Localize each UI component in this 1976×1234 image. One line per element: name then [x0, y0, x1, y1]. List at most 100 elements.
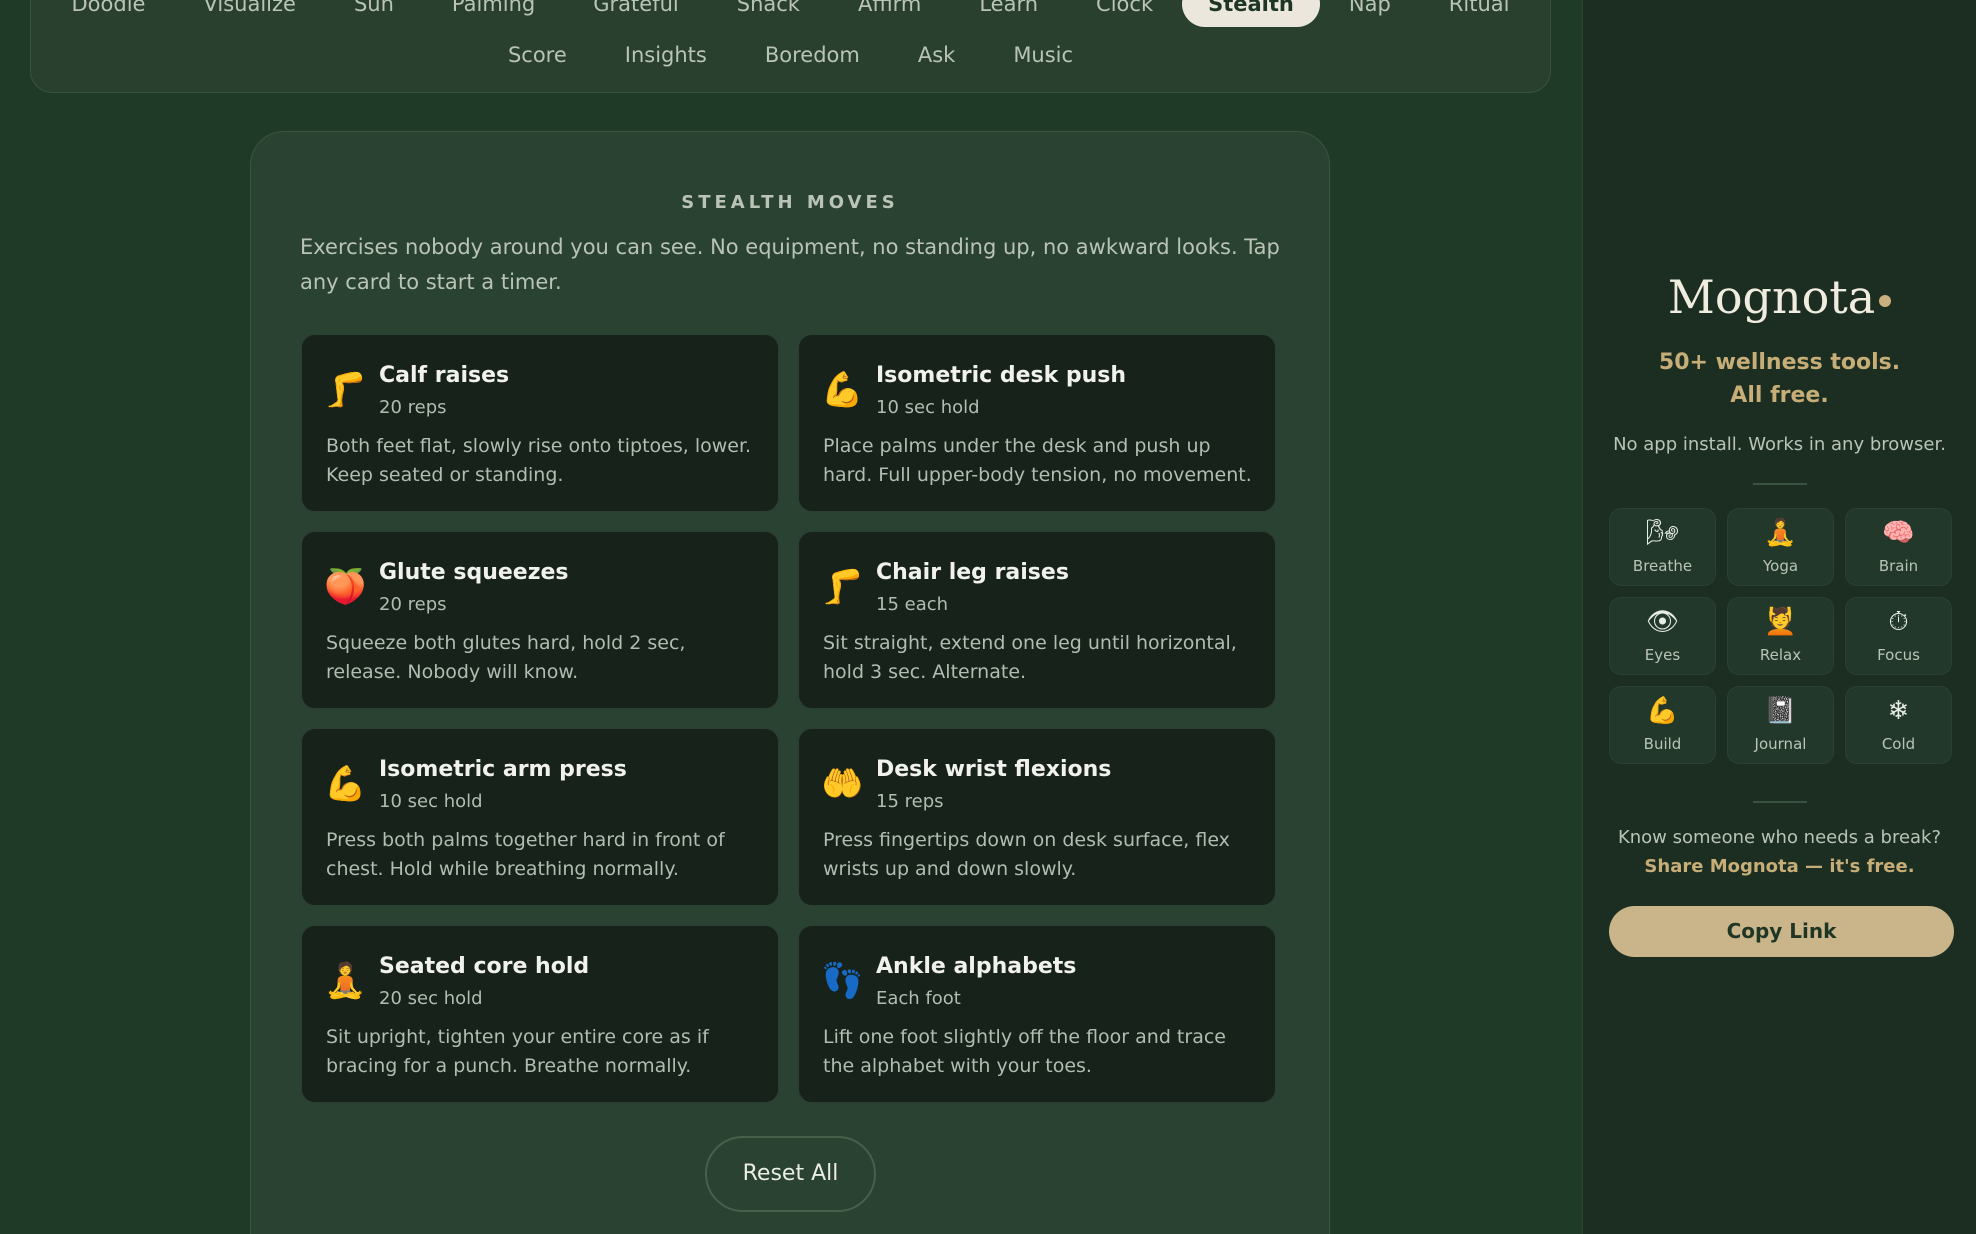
tool-tile-brain[interactable]: 🧠 Brain [1845, 508, 1952, 586]
exercise-description: Both feet flat, slowly rise onto tiptoes… [326, 435, 752, 486]
exercise-description: Press both palms together hard in front … [326, 829, 725, 880]
exercise-card-chair-leg-raises[interactable]: 🦵 Chair leg raises 15 each Sit straight,… [798, 531, 1276, 709]
share-link[interactable]: Share Mognota — it's free. [1583, 856, 1976, 877]
exercise-description: Press fingertips down on desk surface, f… [823, 829, 1230, 880]
exercise-title: Seated core hold [379, 954, 590, 979]
exercise-reps: 15 reps [876, 791, 944, 812]
lotus-person-icon: 🧘 [324, 961, 367, 1001]
flexed-bicep-icon: 💪 [1646, 696, 1679, 726]
tool-tile-journal[interactable]: 📓 Journal [1727, 686, 1834, 764]
section-description: Exercises nobody around you can see. No … [300, 235, 1280, 294]
promo-sidebar: Mognota 50+ wellness tools. All free. No… [1582, 0, 1976, 1234]
tool-label: Build [1643, 735, 1682, 753]
peach-icon: 🍑 [324, 567, 367, 607]
tool-tile-focus[interactable]: ⏱ Focus [1845, 597, 1952, 675]
nav-tab-score[interactable]: Score [479, 32, 596, 78]
nav-tab-clock[interactable]: Clock [1067, 0, 1182, 27]
tool-tile-eyes[interactable]: 👁 Eyes [1609, 597, 1716, 675]
brain-icon: 🧠 [1882, 518, 1915, 548]
exercise-reps: Each foot [876, 988, 961, 1009]
footprints-icon: 👣 [821, 961, 864, 1001]
divider [1753, 801, 1807, 803]
exercise-card-seated-core-hold[interactable]: 🧘 Seated core hold 20 sec hold Sit uprig… [301, 925, 779, 1103]
subtagline: No app install. Works in any browser. [1613, 434, 1946, 455]
exercise-description: Place palms under the desk and push up h… [823, 435, 1252, 486]
exercise-card-desk-wrist-flexions[interactable]: 🤲 Desk wrist flexions 15 reps Press fing… [798, 728, 1276, 906]
nav-tab-nap[interactable]: Nap [1320, 0, 1420, 27]
tool-label: Yoga [1762, 557, 1799, 575]
tool-tile-yoga[interactable]: 🧘 Yoga [1727, 508, 1834, 586]
exercise-card-isometric-desk-push[interactable]: 💪 Isometric desk push 10 sec hold Place … [798, 334, 1276, 512]
nav-tab-affirm[interactable]: Affirm [829, 0, 950, 27]
relax-icon: 💆 [1764, 607, 1797, 637]
exercise-title: Isometric arm press [379, 757, 627, 782]
tool-nav-row-2: Score Insights Boredom Ask Music [31, 35, 1550, 75]
exercise-reps: 15 each [876, 594, 949, 615]
leg-icon: 🦵 [821, 567, 864, 607]
tool-label: Brain [1878, 557, 1919, 575]
tool-label: Focus [1877, 646, 1920, 664]
eye-icon: 👁 [1645, 607, 1679, 637]
tool-label: Breathe [1632, 557, 1693, 575]
tool-label: Cold [1881, 735, 1916, 753]
exercise-reps: 20 reps [379, 594, 447, 615]
nav-tab-boredom[interactable]: Boredom [736, 32, 889, 78]
nav-tab-palming[interactable]: Palming [423, 0, 564, 27]
stopwatch-icon: ⏱ [1888, 607, 1909, 637]
nav-tab-sun[interactable]: Sun [325, 0, 423, 27]
flexed-bicep-icon: 💪 [324, 764, 367, 804]
exercise-title: Calf raises [379, 363, 510, 388]
nav-tab-stealth[interactable]: Stealth [1182, 0, 1320, 27]
exercise-title: Isometric desk push [876, 363, 1127, 388]
tagline-line-2: All free. [1730, 383, 1829, 408]
exercise-reps: 20 sec hold [379, 988, 483, 1009]
tool-label: Eyes [1644, 646, 1681, 664]
nav-tab-learn[interactable]: Learn [950, 0, 1067, 27]
exercise-description: Sit straight, extend one leg until horiz… [823, 632, 1237, 683]
exercise-title: Ankle alphabets [876, 954, 1077, 979]
flexed-bicep-icon: 💪 [821, 370, 864, 410]
nav-tab-visualize[interactable]: Visualize [174, 0, 324, 27]
exercise-description: Sit upright, tighten your entire core as… [326, 1026, 709, 1077]
exercise-card-calf-raises[interactable]: 🦵 Calf raises 20 reps Both feet flat, sl… [301, 334, 779, 512]
palms-up-icon: 🤲 [821, 764, 864, 804]
nav-tab-doodle[interactable]: Doodle [43, 0, 175, 27]
exercise-card-isometric-arm-press[interactable]: 💪 Isometric arm press 10 sec hold Press … [301, 728, 779, 906]
exercise-title: Glute squeezes [379, 560, 569, 585]
exercise-card-ankle-alphabets[interactable]: 👣 Ankle alphabets Each foot Lift one foo… [798, 925, 1276, 1103]
nav-tab-ask[interactable]: Ask [889, 32, 984, 78]
tool-grid: 🌬 Breathe 🧘 Yoga 🧠 Brain 👁 Eyes 💆 Relax … [1609, 508, 1954, 764]
tool-tile-relax[interactable]: 💆 Relax [1727, 597, 1834, 675]
exercise-reps: 20 reps [379, 397, 447, 418]
exercise-title: Desk wrist flexions [876, 757, 1112, 782]
nav-tab-insights[interactable]: Insights [596, 32, 736, 78]
reset-all-button[interactable]: Reset All [705, 1136, 876, 1212]
share-question: Know someone who needs a break? [1617, 827, 1942, 848]
exercise-description: Lift one foot slightly off the floor and… [823, 1026, 1226, 1077]
exercise-reps: 10 sec hold [379, 791, 483, 812]
tool-tile-breathe[interactable]: 🌬 Breathe [1609, 508, 1716, 586]
divider [1753, 483, 1807, 485]
brand-name: Mognota [1667, 270, 1876, 324]
exercise-card-glute-squeezes[interactable]: 🍑 Glute squeezes 20 reps Squeeze both gl… [301, 531, 779, 709]
tool-nav: Doodle Visualize Sun Palming Grateful Sn… [30, 0, 1551, 93]
snowflake-icon: ❄ [1887, 696, 1910, 726]
tool-tile-cold[interactable]: ❄ Cold [1845, 686, 1952, 764]
yoga-icon: 🧘 [1764, 518, 1797, 548]
tool-label: Journal [1754, 735, 1807, 753]
breathe-icon: 🌬 [1645, 518, 1679, 548]
tool-nav-row-1: Doodle Visualize Sun Palming Grateful Sn… [31, 0, 1550, 27]
tagline-line-1: 50+ wellness tools. [1658, 350, 1901, 375]
exercise-title: Chair leg raises [876, 560, 1069, 585]
tool-tile-build[interactable]: 💪 Build [1609, 686, 1716, 764]
nav-tab-ritual[interactable]: Ritual [1420, 0, 1539, 27]
nav-tab-snack[interactable]: Snack [708, 0, 829, 27]
notebook-icon: 📓 [1764, 696, 1797, 726]
nav-tab-music[interactable]: Music [984, 32, 1102, 78]
tool-label: Relax [1759, 646, 1802, 664]
nav-tab-grateful[interactable]: Grateful [564, 0, 707, 27]
exercise-grid: 🦵 Calf raises 20 reps Both feet flat, sl… [301, 334, 1281, 1103]
exercise-description: Squeeze both glutes hard, hold 2 sec, re… [326, 632, 686, 683]
copy-link-button[interactable]: Copy Link [1609, 906, 1954, 957]
tagline: 50+ wellness tools. All free. [1583, 346, 1976, 412]
